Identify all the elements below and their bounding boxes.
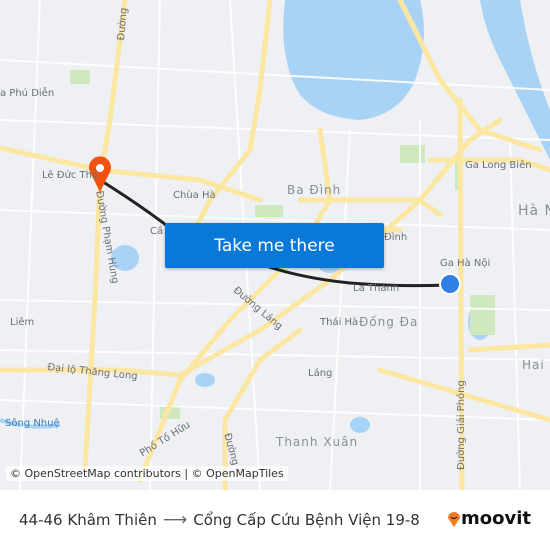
take-me-there-button[interactable]: Take me there <box>165 223 384 268</box>
destination-name: Cổng Cấp Cứu Bệnh Viện 19-8 <box>193 511 420 529</box>
map-label: Thanh Xuân <box>276 435 359 449</box>
map-label: Láng <box>308 368 333 379</box>
map-label: Thái Hà <box>320 317 359 328</box>
map-label: Cầ <box>150 226 164 237</box>
map-label: Đống Đa <box>359 315 419 329</box>
route-title: 44-46 Khâm Thiên ⟶ Cổng Cấp Cứu Bệnh Việ… <box>19 510 420 530</box>
map-label: Liêm <box>10 317 35 328</box>
map-label: La Thành <box>353 283 400 294</box>
map-label: Ga Hà Nội <box>440 258 491 269</box>
map[interactable]: a Phú Diễn Lê Đức Thọ Chùa Hà Ba Đình Ga… <box>0 0 550 490</box>
lake <box>350 417 370 433</box>
lake <box>195 373 215 387</box>
footer: 44-46 Khâm Thiên ⟶ Cổng Cấp Cứu Bệnh Việ… <box>0 490 550 550</box>
map-label: Đường Giải Phóng <box>456 380 467 470</box>
moovit-logo: moovit <box>447 508 531 529</box>
origin-dot-icon <box>439 273 461 295</box>
moovit-pin-icon <box>448 511 460 527</box>
arrow-right-icon: ⟶ <box>162 510 188 530</box>
map-label: Sông Nhuệ <box>5 418 60 429</box>
map-label: Hà N <box>518 203 550 219</box>
origin-name: 44-46 Khâm Thiên <box>19 511 157 529</box>
moovit-wordmark: moovit <box>461 508 531 529</box>
map-label: a Phú Diễn <box>0 88 55 99</box>
map-label: Lê Đức Thọ <box>42 170 99 181</box>
map-label: Đình <box>384 232 408 243</box>
map-label: Chùa Hà <box>173 190 216 201</box>
west-lake <box>283 0 424 120</box>
map-attribution[interactable]: © OpenStreetMap contributors | © OpenMap… <box>6 466 288 481</box>
map-label: Ga Long Biên <box>465 160 532 171</box>
map-label: Hai B <box>522 358 550 372</box>
map-label: Ba Đình <box>287 183 342 197</box>
